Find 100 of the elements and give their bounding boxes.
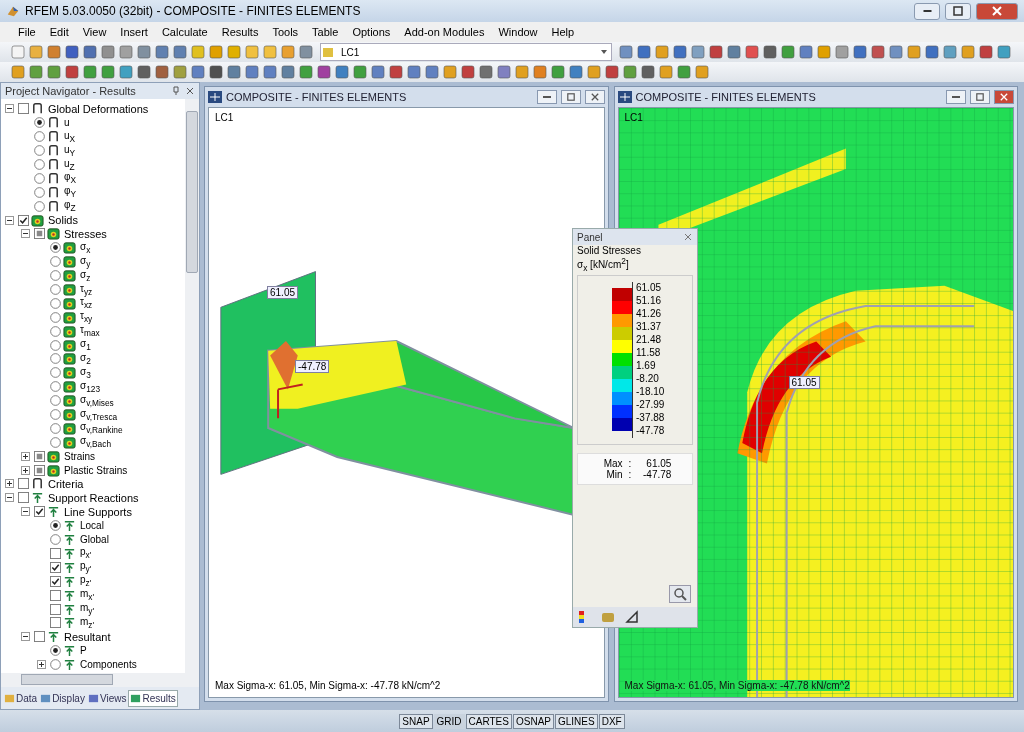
- toolbar-icon[interactable]: [100, 44, 116, 60]
- horizontal-scrollbar[interactable]: [1, 673, 199, 687]
- toolbar-icon[interactable]: [870, 44, 886, 60]
- menu-item[interactable]: Options: [352, 26, 391, 38]
- toolbar-icon[interactable]: [46, 64, 62, 80]
- checkbox[interactable]: [50, 617, 61, 629]
- tree-item-label[interactable]: Resultant: [64, 630, 111, 643]
- tree-item-label[interactable]: P: [80, 645, 87, 657]
- toolbar-icon[interactable]: [640, 64, 656, 80]
- toolbar-icon[interactable]: [532, 64, 548, 80]
- tree-item-label[interactable]: p$_{y'}$: [80, 560, 92, 575]
- tree-item-label[interactable]: φ$_{Y}$: [64, 185, 77, 200]
- tree-item-label[interactable]: u: [64, 117, 70, 129]
- toolbar-icon[interactable]: [64, 44, 80, 60]
- checkbox[interactable]: [34, 228, 45, 240]
- toolbar-icon[interactable]: [726, 44, 742, 60]
- tree-item-label[interactable]: σ$_{v,Bach}$: [80, 435, 111, 450]
- menu-item[interactable]: Insert: [120, 26, 148, 38]
- radio-button[interactable]: [50, 381, 61, 393]
- menu-item[interactable]: Results: [221, 26, 259, 38]
- toolbar-icon[interactable]: [172, 64, 188, 80]
- tree-item-label[interactable]: σ$_{v,Mises}$: [80, 393, 114, 408]
- toolbar-icon[interactable]: [154, 44, 170, 60]
- expand-toggle[interactable]: [5, 479, 14, 489]
- toolbar-icon[interactable]: [690, 44, 706, 60]
- checkbox[interactable]: [50, 561, 61, 573]
- tree-item-label[interactable]: p$_{z'}$: [80, 574, 92, 589]
- toolbar-icon[interactable]: [118, 64, 134, 80]
- tree-item-label[interactable]: φ$_{Z}$: [64, 199, 76, 214]
- radio-button[interactable]: [34, 200, 45, 212]
- tree-item-label[interactable]: σ$_{123}$: [80, 379, 101, 394]
- toolbar-icon[interactable]: [672, 44, 688, 60]
- maximize-button[interactable]: [560, 90, 581, 104]
- radio-button[interactable]: [50, 659, 61, 671]
- status-toggle[interactable]: OSNAP: [512, 713, 554, 729]
- close-button[interactable]: [584, 90, 605, 104]
- expand-toggle[interactable]: [5, 215, 14, 225]
- tree-item-label[interactable]: σ$_{2}$: [80, 352, 91, 366]
- radio-button[interactable]: [50, 339, 61, 351]
- radio-button[interactable]: [50, 534, 61, 546]
- toolbar-icon[interactable]: [744, 44, 760, 60]
- checkbox[interactable]: [50, 547, 61, 559]
- tree-item-label[interactable]: σ$_{v,Rankine}$: [80, 421, 123, 436]
- expand-toggle[interactable]: [21, 451, 30, 461]
- radio-button[interactable]: [34, 145, 45, 157]
- tree-item-label[interactable]: τ$_{max}$: [80, 324, 100, 339]
- navigator-tab[interactable]: Data: [3, 690, 39, 706]
- toolbar-icon[interactable]: [478, 64, 494, 80]
- toolbar-icon[interactable]: [244, 64, 260, 80]
- status-toggle[interactable]: GRID: [433, 713, 465, 729]
- toolbar-icon[interactable]: [978, 44, 994, 60]
- tree-item-label[interactable]: m$_{x'}$: [80, 588, 95, 603]
- toolbar-icon[interactable]: [424, 64, 440, 80]
- toolbar-icon[interactable]: [636, 44, 652, 60]
- tree-item-label[interactable]: τ$_{xy}$: [80, 310, 93, 325]
- checkbox[interactable]: [34, 464, 45, 476]
- menu-item[interactable]: File: [18, 26, 36, 38]
- toolbar-icon[interactable]: [82, 44, 98, 60]
- navigator-tab[interactable]: Results: [128, 689, 178, 707]
- toolbar-icon[interactable]: [496, 64, 512, 80]
- toolbar-icon[interactable]: [280, 64, 296, 80]
- toolbar-icon[interactable]: [208, 64, 224, 80]
- triangle-ruler-icon[interactable]: [625, 610, 639, 624]
- menu-item[interactable]: View: [82, 26, 107, 38]
- checkbox[interactable]: [50, 589, 61, 601]
- toolbar-icon[interactable]: [190, 64, 206, 80]
- tree-item-label[interactable]: Line Supports: [64, 505, 132, 518]
- tree-item-label[interactable]: τ$_{yz}$: [80, 282, 93, 297]
- status-toggle[interactable]: SNAP: [399, 713, 433, 729]
- menu-item[interactable]: Add-on Modules: [404, 26, 485, 38]
- tree-item-label[interactable]: σ$_{3}$: [80, 365, 91, 380]
- minimize-button[interactable]: [946, 90, 966, 104]
- toolbar-icon[interactable]: [834, 44, 850, 60]
- toolbar-icon[interactable]: [676, 64, 692, 80]
- close-icon[interactable]: [683, 232, 693, 242]
- toolbar-icon[interactable]: [888, 44, 904, 60]
- radio-button[interactable]: [50, 367, 61, 379]
- radio-button[interactable]: [50, 436, 61, 448]
- tree-item-label[interactable]: m$_{y'}$: [80, 602, 95, 616]
- tree-item-label[interactable]: Criteria: [48, 478, 84, 490]
- pin-icon[interactable]: [171, 86, 181, 96]
- toolbar-icon[interactable]: [316, 64, 332, 80]
- toolbar-icon[interactable]: [28, 64, 44, 80]
- tree-item-label[interactable]: Global: [80, 534, 109, 546]
- close-button[interactable]: [994, 90, 1014, 104]
- radio-button[interactable]: [34, 117, 45, 129]
- menu-item[interactable]: Edit: [49, 26, 69, 38]
- tree-item-label[interactable]: Local: [80, 520, 104, 532]
- radio-button[interactable]: [50, 284, 61, 295]
- checkbox[interactable]: [34, 631, 45, 643]
- tree-item-label[interactable]: m$_{z'}$: [80, 615, 95, 630]
- toolbar-icon[interactable]: [708, 44, 724, 60]
- checkbox[interactable]: [18, 478, 29, 490]
- checkbox[interactable]: [18, 103, 29, 115]
- radio-button[interactable]: [34, 172, 45, 184]
- toolbar-icon[interactable]: [46, 44, 62, 60]
- tree-item-label[interactable]: σ$_{x}$: [80, 240, 91, 255]
- toolbar-icon[interactable]: [798, 44, 814, 60]
- toolbar-icon[interactable]: [388, 64, 404, 80]
- tree-item-label[interactable]: Solids: [48, 214, 78, 227]
